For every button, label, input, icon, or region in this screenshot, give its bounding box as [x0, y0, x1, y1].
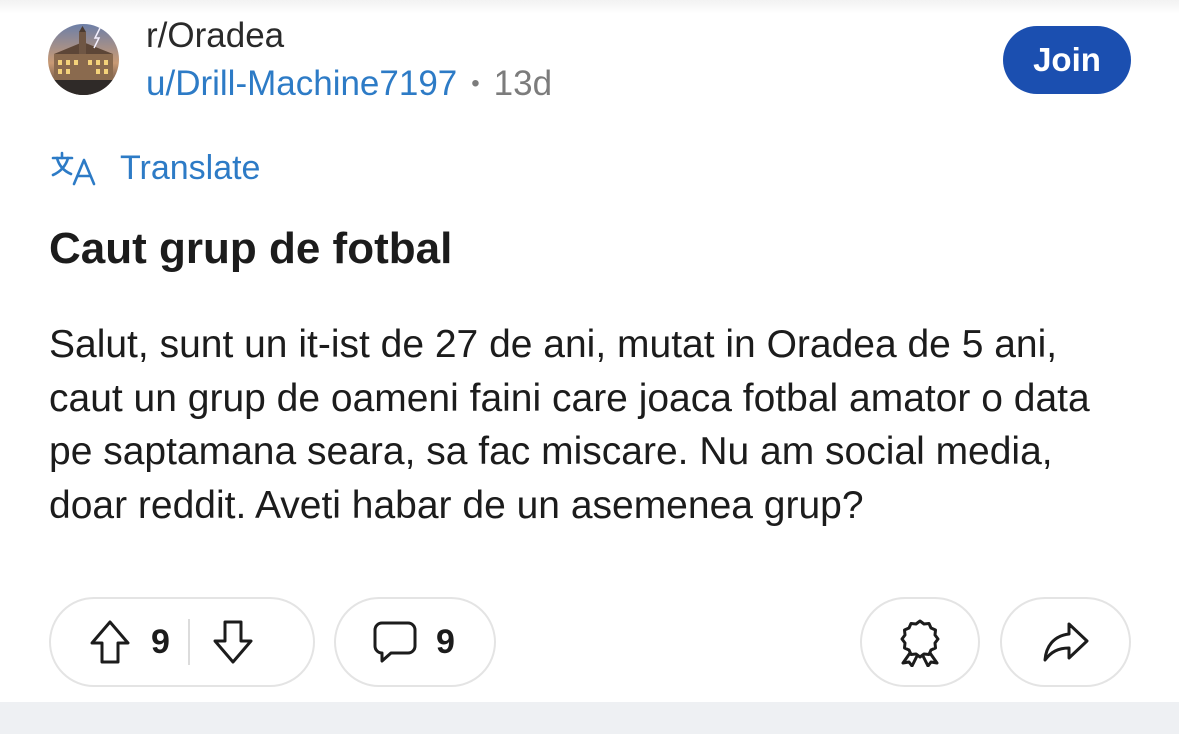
- top-shade: [0, 0, 1179, 14]
- join-button[interactable]: Join: [1003, 26, 1131, 94]
- post-title[interactable]: Caut grup de fotbal: [49, 222, 1129, 276]
- vote-count: 9: [151, 622, 170, 661]
- upvote-button[interactable]: [89, 619, 131, 665]
- translate-button[interactable]: Translate: [50, 146, 260, 190]
- bottom-divider: [0, 702, 1179, 734]
- meta-separator: •: [471, 70, 480, 97]
- post-body: Salut, sunt un it-ist de 27 de ani, muta…: [49, 323, 1090, 527]
- share-arrow-icon: [1043, 622, 1088, 662]
- post-meta: u/Drill-Machine7197 • 13d: [146, 64, 552, 104]
- arrow-up-icon: [90, 620, 130, 664]
- vote-divider: [187, 619, 190, 665]
- comments-button[interactable]: 9: [334, 597, 496, 687]
- translate-icon: [51, 151, 96, 186]
- speech-bubble-icon: [373, 621, 417, 663]
- award-ribbon-icon: [900, 619, 940, 667]
- post-age: 13d: [493, 64, 553, 103]
- subreddit-avatar[interactable]: [48, 24, 119, 95]
- translate-label: Translate: [120, 148, 261, 187]
- vote-bar: 9: [49, 597, 315, 687]
- comment-count: 9: [436, 622, 455, 661]
- downvote-button[interactable]: [212, 619, 254, 665]
- author-link[interactable]: u/Drill-Machine7197: [146, 64, 457, 103]
- arrow-down-icon: [213, 620, 253, 664]
- award-button[interactable]: [860, 597, 980, 687]
- share-button[interactable]: [1000, 597, 1131, 687]
- subreddit-name[interactable]: r/Oradea: [146, 16, 284, 56]
